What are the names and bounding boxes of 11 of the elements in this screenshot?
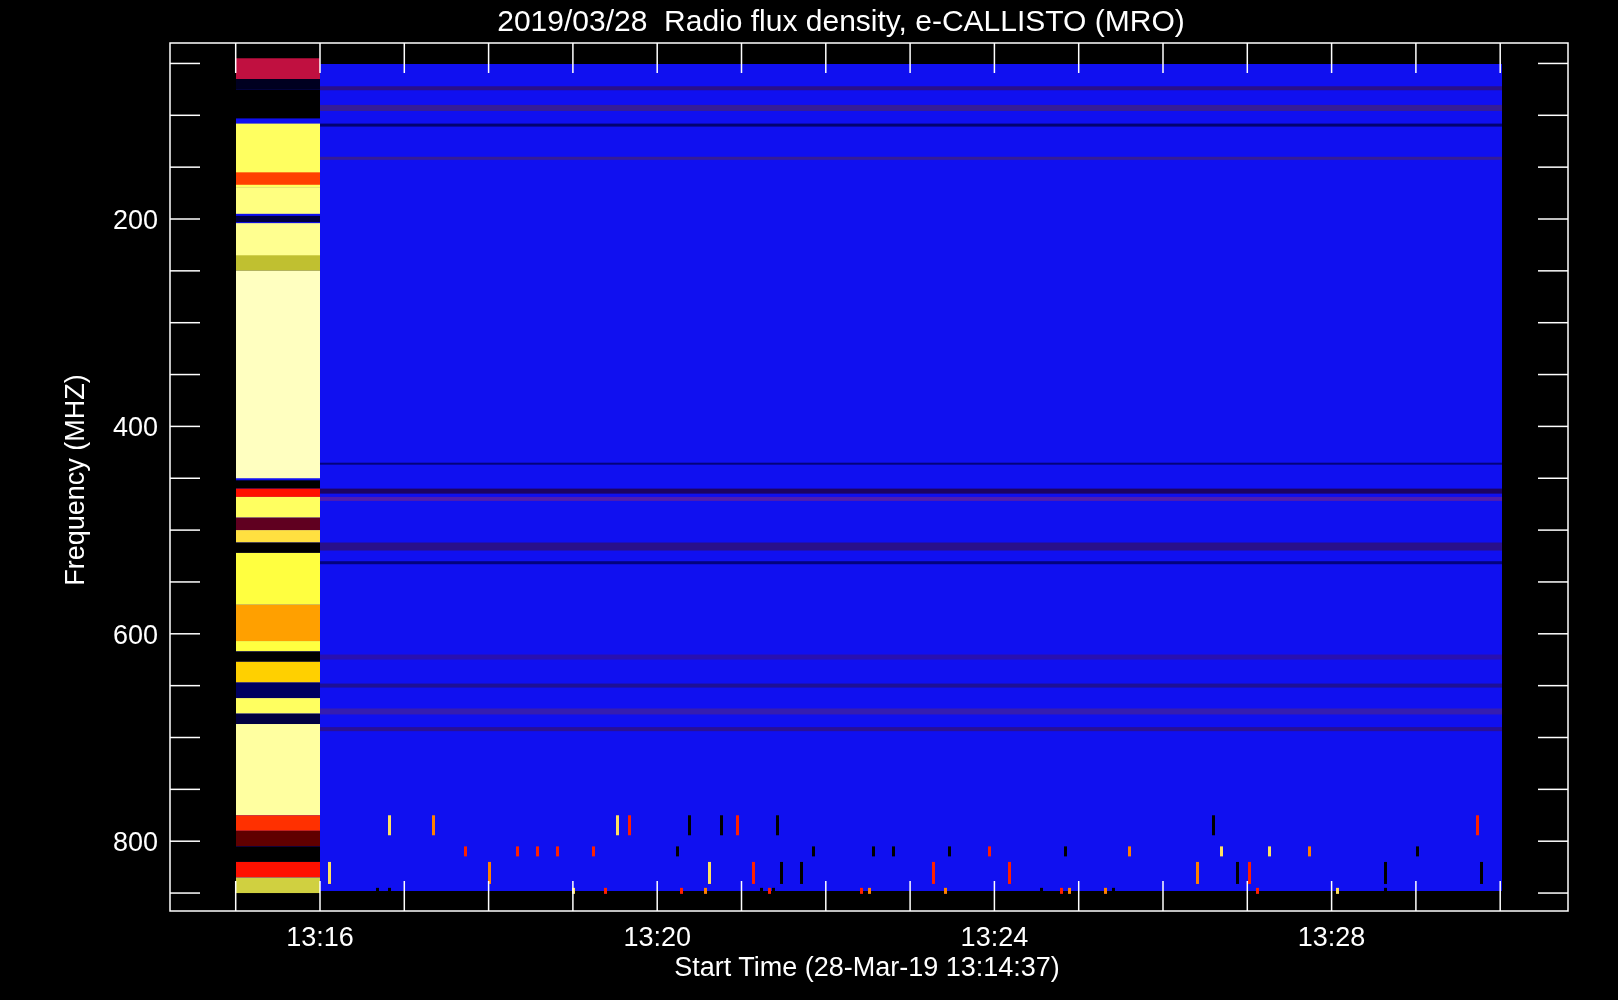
y-tick-label: 400 xyxy=(112,412,158,443)
y-tick-label: 800 xyxy=(112,827,158,858)
x-tick-label: 13:20 xyxy=(623,922,691,952)
x-tick-label: 13:28 xyxy=(1297,922,1366,952)
x-tick-label: 13:24 xyxy=(960,922,1029,952)
y-tick-label: 600 xyxy=(112,619,158,650)
x-axis-label: Start Time (28-Mar-19 13:14:37) xyxy=(674,952,1060,982)
x-tick-label: 13:16 xyxy=(286,922,354,952)
y-tick-label: 200 xyxy=(112,205,158,235)
chart-title: 2019/03/28 Radio flux density, e-CALLISTO (MRO) xyxy=(497,4,1185,37)
y-axis-label: Frequency (MHZ) xyxy=(60,374,90,586)
